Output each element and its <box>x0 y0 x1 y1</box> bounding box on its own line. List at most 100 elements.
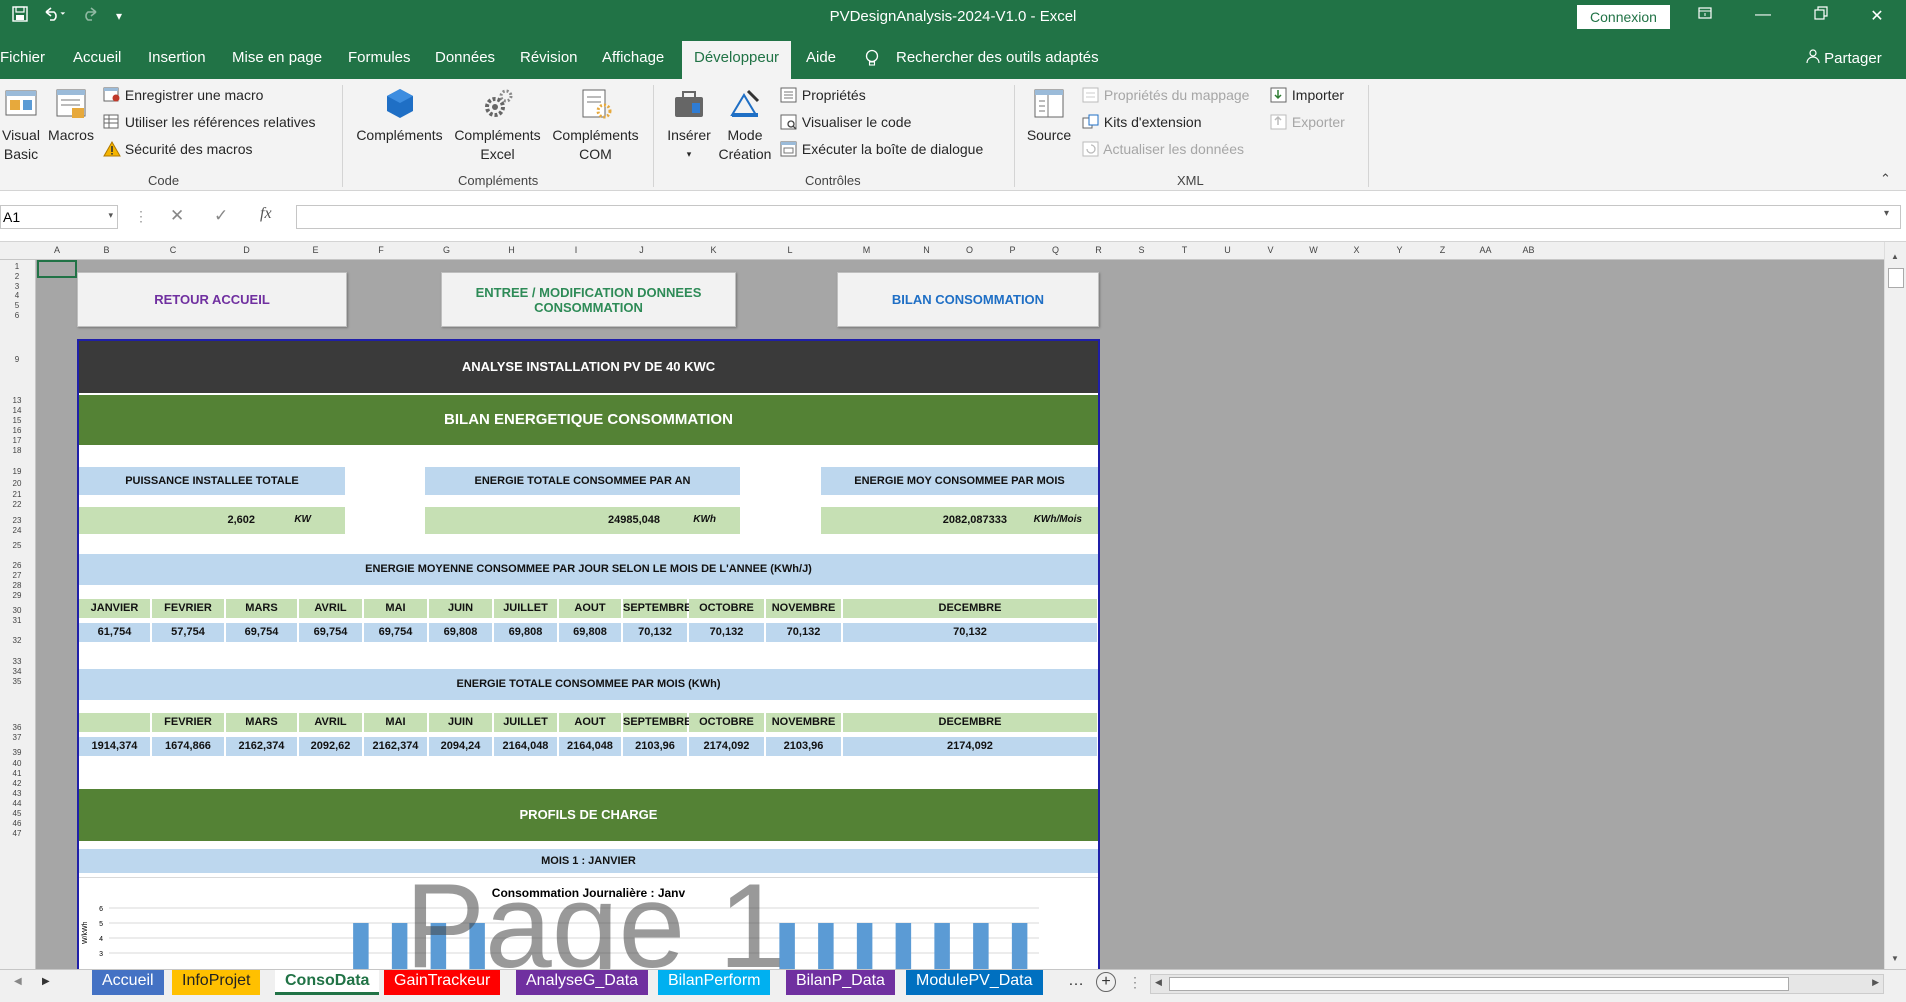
row-header-45[interactable]: 45 <box>0 809 34 818</box>
row-header-44[interactable]: 44 <box>0 799 34 808</box>
insert-function-icon[interactable]: fx <box>260 205 272 223</box>
column-header-i[interactable]: I <box>544 245 608 255</box>
chart-bar-7[interactable] <box>353 923 369 969</box>
row-header-46[interactable]: 46 <box>0 819 34 828</box>
row-header-14[interactable]: 14 <box>0 406 34 415</box>
row-header-36[interactable]: 36 <box>0 723 34 732</box>
column-header-m[interactable]: M <box>828 245 905 255</box>
scroll-up-icon[interactable]: ▲ <box>1891 252 1899 261</box>
chart-bar-22[interactable] <box>934 923 950 969</box>
tab-formules[interactable]: Formules <box>348 49 411 66</box>
chart-bar-9[interactable] <box>430 923 447 969</box>
row-header-5[interactable]: 5 <box>0 301 34 310</box>
row-header-39[interactable]: 39 <box>0 748 34 757</box>
column-header-d[interactable]: D <box>210 245 283 255</box>
design-mode-button[interactable]: Mode Création <box>716 87 774 164</box>
retour-accueil-button[interactable]: RETOUR ACCUEIL <box>77 272 347 327</box>
chart-bar-18[interactable] <box>779 923 795 969</box>
view-code-button[interactable]: Visualiser le code <box>780 114 911 133</box>
export-button[interactable]: Exporter <box>1270 114 1345 133</box>
column-header-o[interactable]: O <box>948 245 991 255</box>
horizontal-scroll-thumb[interactable] <box>1169 977 1789 991</box>
close-icon[interactable]: ✕ <box>1862 6 1892 26</box>
tell-me-search[interactable]: Rechercher des outils adaptés <box>896 49 1099 66</box>
row-header-28[interactable]: 28 <box>0 581 34 590</box>
add-sheet-icon[interactable]: + <box>1096 972 1116 992</box>
row-header-37[interactable]: 37 <box>0 733 34 742</box>
chart-bar-19[interactable] <box>818 923 834 969</box>
formula-input[interactable] <box>296 205 1901 229</box>
row-header-25[interactable]: 25 <box>0 541 34 550</box>
sheet-tab-infoprojet[interactable]: InfoProjet <box>172 970 261 995</box>
run-dialog-button[interactable]: Exécuter la boîte de dialogue <box>780 141 983 160</box>
row-header-23[interactable]: 23 <box>0 516 34 525</box>
column-header-u[interactable]: U <box>1206 245 1249 255</box>
chart-area[interactable]: Consommation Journalière : Janv W/kWh 65… <box>79 877 1098 969</box>
tab-insertion[interactable]: Insertion <box>148 49 206 66</box>
tab-fichier[interactable]: Fichier <box>0 49 45 66</box>
row-header-26[interactable]: 26 <box>0 561 34 570</box>
column-header-t[interactable]: T <box>1163 245 1206 255</box>
chart-bar-23[interactable] <box>973 923 989 969</box>
chart-bar-21[interactable] <box>895 923 912 969</box>
chart-bar-20[interactable] <box>856 923 873 969</box>
row-header-13[interactable]: 13 <box>0 396 34 405</box>
tab-revision[interactable]: Révision <box>520 49 578 66</box>
column-header-k[interactable]: K <box>675 245 752 255</box>
row-header-20[interactable]: 20 <box>0 479 34 488</box>
row-header-9[interactable]: 9 <box>0 355 34 364</box>
macro-security-button[interactable]: Sécurité des macros <box>103 140 253 160</box>
relative-refs-button[interactable]: Utiliser les références relatives <box>103 114 316 133</box>
enter-icon[interactable]: ✓ <box>214 206 228 226</box>
more-sheets-icon[interactable]: … <box>1068 972 1084 990</box>
row-header-6[interactable]: 6 <box>0 311 34 320</box>
row-header-34[interactable]: 34 <box>0 667 34 676</box>
scroll-down-icon[interactable]: ▼ <box>1891 954 1899 963</box>
column-header-q[interactable]: Q <box>1034 245 1077 255</box>
column-header-f[interactable]: F <box>348 245 414 255</box>
refresh-data-button[interactable]: Actualiser les données <box>1082 141 1244 160</box>
sheet-tab-gaintrackeur[interactable]: GainTrackeur <box>384 970 501 995</box>
column-header-g[interactable]: G <box>414 245 479 255</box>
macros-button[interactable]: Macros <box>46 87 96 145</box>
row-header-32[interactable]: 32 <box>0 636 34 645</box>
next-sheet-icon[interactable]: ▶ <box>42 976 50 987</box>
record-macro-button[interactable]: Enregistrer une macro <box>103 87 263 106</box>
lightbulb-icon[interactable] <box>864 49 880 71</box>
row-header-15[interactable]: 15 <box>0 416 34 425</box>
row-header-27[interactable]: 27 <box>0 571 34 580</box>
ribbon-display-icon[interactable] <box>1690 6 1720 25</box>
map-properties-button[interactable]: Propriétés du mappage <box>1082 87 1249 106</box>
scroll-thumb[interactable] <box>1888 268 1904 288</box>
name-box[interactable]: A1 ▾ <box>0 205 118 229</box>
chart-bar-10[interactable] <box>469 923 485 969</box>
sheet-tab-bilanp-data[interactable]: BilanP_Data <box>786 970 895 995</box>
row-header-33[interactable]: 33 <box>0 657 34 666</box>
row-header-31[interactable]: 31 <box>0 616 34 625</box>
row-header-30[interactable]: 30 <box>0 606 34 615</box>
tab-aide[interactable]: Aide <box>806 49 836 66</box>
column-header-n[interactable]: N <box>905 245 948 255</box>
prev-sheet-icon[interactable]: ◀ <box>14 976 22 987</box>
column-header-y[interactable]: Y <box>1378 245 1421 255</box>
com-addins-button[interactable]: Compléments COM <box>548 87 643 164</box>
xml-source-button[interactable]: Source <box>1024 87 1074 145</box>
chart-bar-8[interactable] <box>391 923 408 969</box>
row-header-1[interactable]: 1 <box>0 262 34 271</box>
column-header-c[interactable]: C <box>136 245 210 255</box>
scroll-left-icon[interactable]: ◀ <box>1155 977 1162 988</box>
column-header-x[interactable]: X <box>1335 245 1378 255</box>
column-header-r[interactable]: R <box>1077 245 1120 255</box>
column-header-ab[interactable]: AB <box>1507 245 1550 255</box>
excel-addins-button[interactable]: Compléments Excel <box>450 87 545 164</box>
column-header-p[interactable]: P <box>991 245 1034 255</box>
sheet-tab-bilanperform[interactable]: BilanPerform <box>658 970 771 995</box>
column-header-l[interactable]: L <box>752 245 828 255</box>
bilan-consommation-button[interactable]: BILAN CONSOMMATION <box>837 272 1099 327</box>
row-header-47[interactable]: 47 <box>0 829 34 838</box>
column-header-w[interactable]: W <box>1292 245 1335 255</box>
row-header-4[interactable]: 4 <box>0 291 34 300</box>
expansion-packs-button[interactable]: Kits d'extension <box>1082 114 1202 133</box>
visual-basic-button[interactable]: Visual Basic <box>0 87 42 164</box>
row-header-42[interactable]: 42 <box>0 779 34 788</box>
